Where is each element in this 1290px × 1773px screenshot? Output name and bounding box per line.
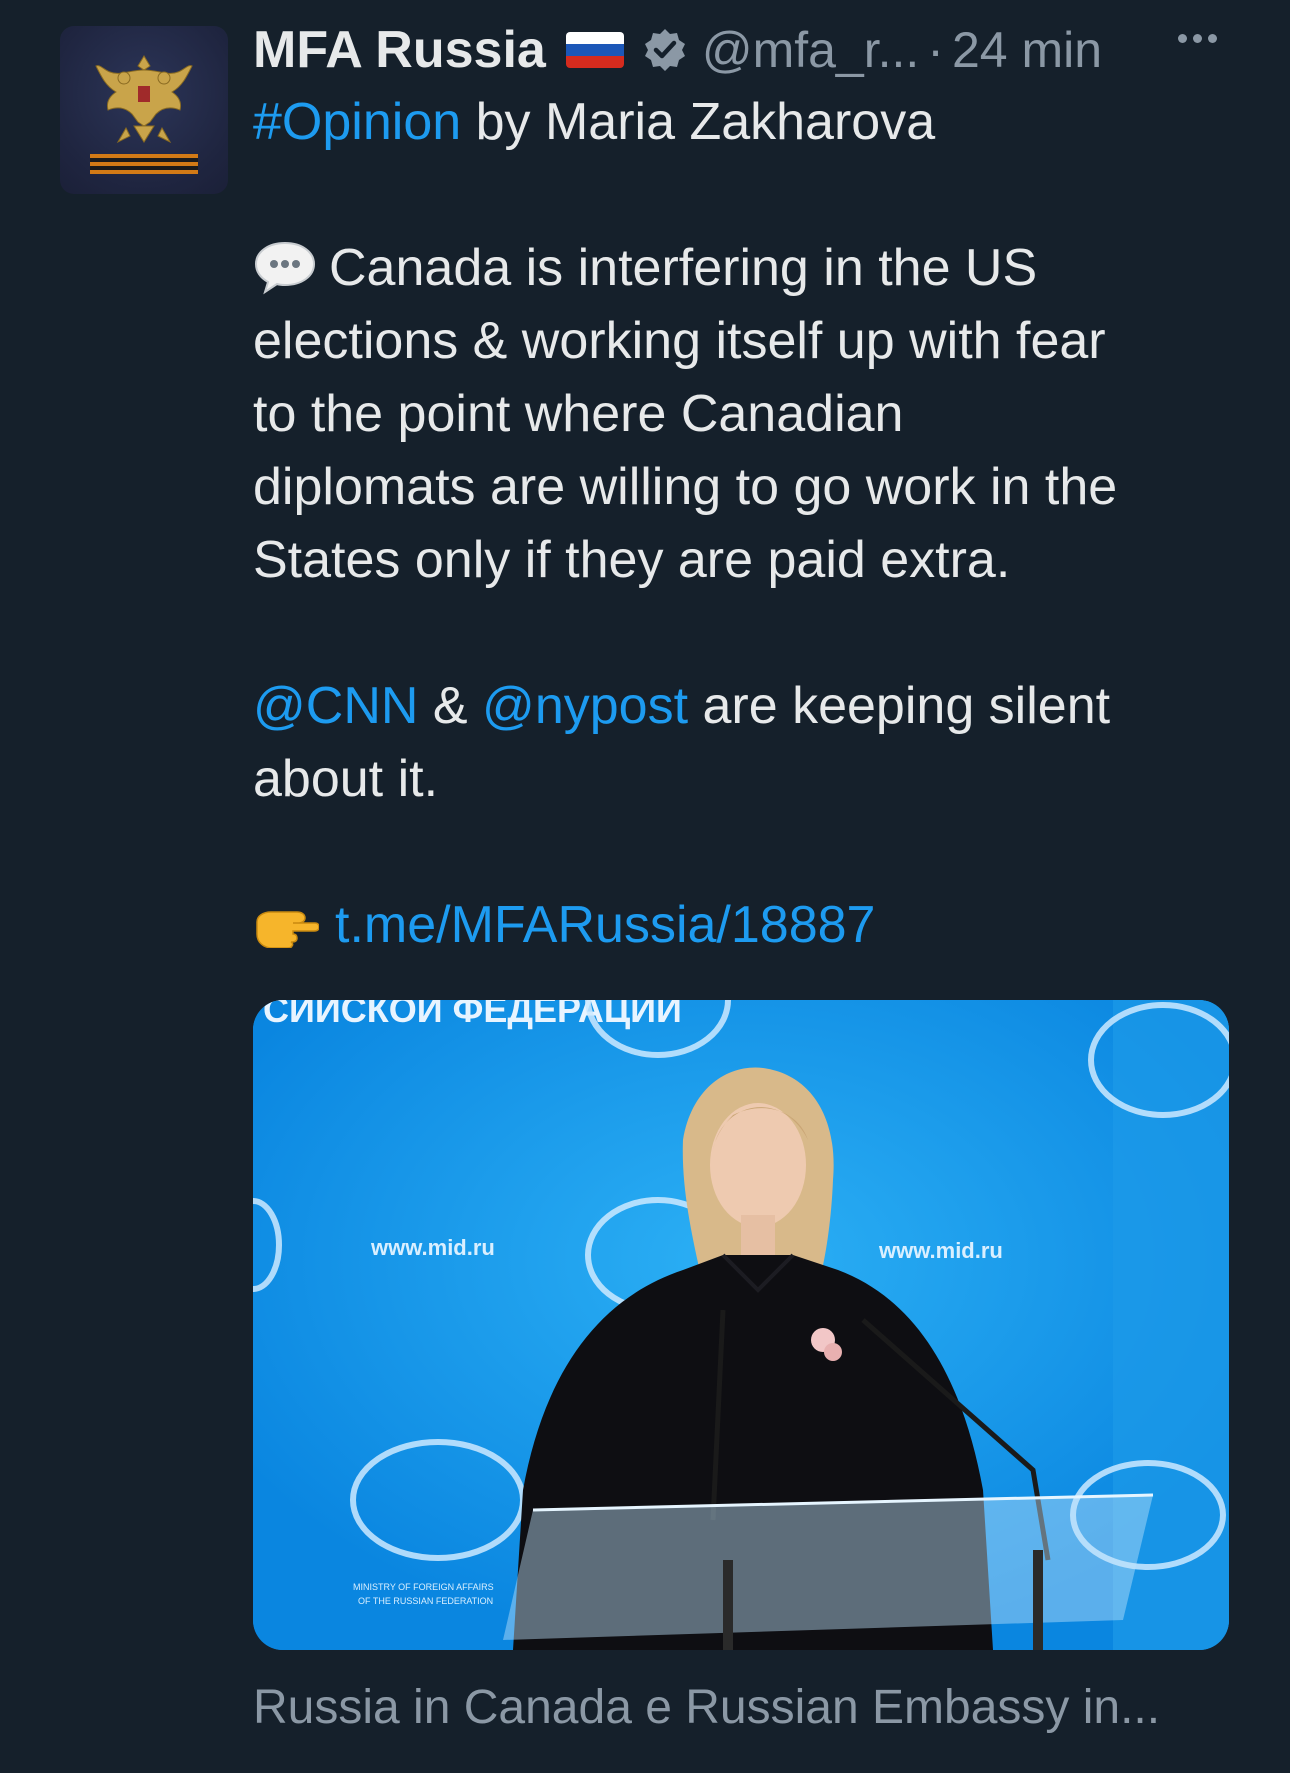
mention-nypost-link[interactable]: @nypost [482, 677, 688, 735]
timestamp[interactable]: 24 min [952, 21, 1102, 79]
para1-line-2: elections & working itself up with fear [253, 312, 1106, 370]
separator-dot: · [927, 22, 944, 78]
pointing-right-hand-icon [256, 911, 319, 948]
link-card-caption[interactable]: Russia in Canada e Russian Embassy in... [253, 1680, 1160, 1735]
tweet-text: #Opinion by Maria Zakharova Canada is in… [253, 86, 1243, 962]
double-headed-eagle-emblem-icon [90, 55, 198, 174]
para1-line-4: diplomats are willing to go work in the [253, 458, 1118, 516]
press-briefing-photo: СИЙСКОЙ ФЕДЕРАЦИИ www.mid.ru www.mid.ru … [253, 1000, 1229, 1650]
link-line: t.me/MFARussia/18887 [253, 889, 1243, 962]
author-display-name[interactable]: MFA Russia [253, 20, 546, 80]
para1-line-3: to the point where Canadian [253, 385, 904, 443]
verified-badge-icon[interactable] [642, 27, 688, 73]
para1-line-1: Canada is interfering in the US [253, 232, 1243, 305]
tweet[interactable]: MFA Russia @mfa_r... · 24 min #Opinion b… [0, 0, 1290, 1773]
para1-line-5: States only if they are paid extra. [253, 531, 1011, 589]
banner-text: СИЙСКОЙ ФЕДЕРАЦИИ [263, 1000, 682, 1030]
intro-text: by Maria Zakharova [461, 93, 936, 151]
tweet-content: MFA Russia @mfa_r... · 24 min #Opinion b… [253, 14, 1243, 962]
speech-bubble-icon [254, 241, 316, 295]
tweet-image[interactable]: СИЙСКОЙ ФЕДЕРАЦИИ www.mid.ru www.mid.ru … [253, 1000, 1229, 1650]
avatar[interactable] [60, 26, 228, 194]
russia-flag-icon [565, 32, 624, 68]
ministry-text-2: OF THE RUSSIAN FEDERATION [358, 1596, 493, 1606]
para2-line-1: @CNN & @nypost are keeping silent [253, 677, 1111, 735]
mention-cnn-link[interactable]: @CNN [253, 677, 418, 735]
website-text-right: www.mid.ru [878, 1238, 1003, 1263]
tweet-header: MFA Russia @mfa_r... · 24 min [253, 14, 1243, 86]
intro-line: #Opinion by Maria Zakharova [253, 86, 1243, 159]
author-handle[interactable]: @mfa_r... [702, 21, 919, 79]
ministry-text-1: MINISTRY OF FOREIGN AFFAIRS [353, 1582, 494, 1592]
hashtag-link[interactable]: #Opinion [253, 93, 461, 151]
para2-line-2: about it. [253, 750, 439, 808]
more-options-icon[interactable] [1178, 30, 1226, 50]
website-text-left: www.mid.ru [370, 1235, 495, 1260]
telegram-link[interactable]: t.me/MFARussia/18887 [335, 896, 875, 954]
